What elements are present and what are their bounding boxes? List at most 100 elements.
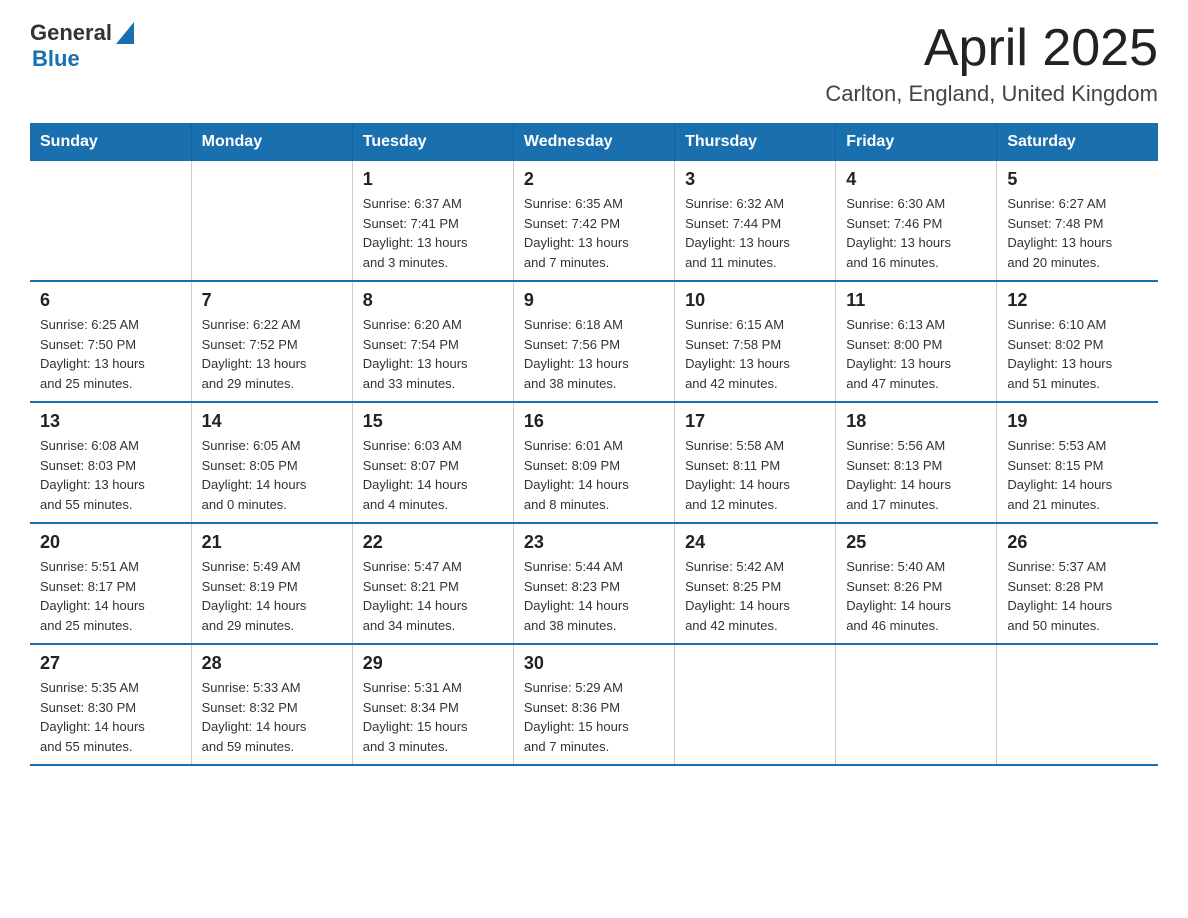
day-number: 1 <box>363 169 503 190</box>
day-number: 15 <box>363 411 503 432</box>
day-info: Sunrise: 5:51 AM Sunset: 8:17 PM Dayligh… <box>40 557 181 635</box>
calendar-week-row: 20Sunrise: 5:51 AM Sunset: 8:17 PM Dayli… <box>30 523 1158 644</box>
calendar-day-header: Friday <box>836 123 997 161</box>
calendar-cell: 12 Sunrise: 6:10 AM Sunset: 8:02 PM Dayli… <box>997 281 1158 402</box>
calendar-cell: 21 Sunrise: 5:49 AM Sunset: 8:19 PM Dayli… <box>191 523 352 644</box>
day-number: 24 <box>685 532 825 553</box>
calendar-cell: 26 Sunrise: 5:37 AM Sunset: 8:28 PM Dayli… <box>997 523 1158 644</box>
day-info: Sunrise: 5:31 AM Sunset: 8:34 PM Dayligh… <box>363 678 503 756</box>
day-number: 10 <box>685 290 825 311</box>
calendar-cell: 13Sunrise: 6:08 AM Sunset: 8:03 PM Dayli… <box>30 402 191 523</box>
title-block: April 2025 Carlton, England, United King… <box>825 20 1158 107</box>
day-info: Sunrise: 6:05 AM Sunset: 8:05 PM Dayligh… <box>202 436 342 514</box>
calendar-cell: 23 Sunrise: 5:44 AM Sunset: 8:23 PM Dayli… <box>513 523 674 644</box>
calendar-cell <box>997 644 1158 765</box>
day-number: 27 <box>40 653 181 674</box>
calendar-cell <box>30 161 191 281</box>
day-info: Sunrise: 6:01 AM Sunset: 8:09 PM Dayligh… <box>524 436 664 514</box>
calendar-week-row: 13Sunrise: 6:08 AM Sunset: 8:03 PM Dayli… <box>30 402 1158 523</box>
day-info: Sunrise: 6:18 AM Sunset: 7:56 PM Dayligh… <box>524 315 664 393</box>
day-number: 28 <box>202 653 342 674</box>
calendar-cell: 4 Sunrise: 6:30 AM Sunset: 7:46 PM Daylig… <box>836 161 997 281</box>
calendar-cell: 29Sunrise: 5:31 AM Sunset: 8:34 PM Dayli… <box>352 644 513 765</box>
day-number: 4 <box>846 169 986 190</box>
day-number: 8 <box>363 290 503 311</box>
day-info: Sunrise: 5:49 AM Sunset: 8:19 PM Dayligh… <box>202 557 342 635</box>
calendar-cell: 9 Sunrise: 6:18 AM Sunset: 7:56 PM Daylig… <box>513 281 674 402</box>
logo: General Blue <box>30 20 134 72</box>
logo-general-text: General <box>30 20 112 46</box>
calendar-cell <box>675 644 836 765</box>
day-info: Sunrise: 5:56 AM Sunset: 8:13 PM Dayligh… <box>846 436 986 514</box>
calendar-table: SundayMondayTuesdayWednesdayThursdayFrid… <box>30 123 1158 766</box>
calendar-cell: 1 Sunrise: 6:37 AM Sunset: 7:41 PM Daylig… <box>352 161 513 281</box>
calendar-cell: 18 Sunrise: 5:56 AM Sunset: 8:13 PM Dayli… <box>836 402 997 523</box>
calendar-cell: 16 Sunrise: 6:01 AM Sunset: 8:09 PM Dayli… <box>513 402 674 523</box>
logo-triangle-icon <box>116 22 134 44</box>
page-header: General Blue April 2025 Carlton, England… <box>30 20 1158 107</box>
day-number: 25 <box>846 532 986 553</box>
calendar-week-row: 1 Sunrise: 6:37 AM Sunset: 7:41 PM Daylig… <box>30 161 1158 281</box>
day-number: 16 <box>524 411 664 432</box>
calendar-cell: 19Sunrise: 5:53 AM Sunset: 8:15 PM Dayli… <box>997 402 1158 523</box>
day-info: Sunrise: 5:29 AM Sunset: 8:36 PM Dayligh… <box>524 678 664 756</box>
calendar-cell: 24 Sunrise: 5:42 AM Sunset: 8:25 PM Dayli… <box>675 523 836 644</box>
calendar-day-header: Thursday <box>675 123 836 161</box>
calendar-cell: 3 Sunrise: 6:32 AM Sunset: 7:44 PM Daylig… <box>675 161 836 281</box>
calendar-cell: 25Sunrise: 5:40 AM Sunset: 8:26 PM Dayli… <box>836 523 997 644</box>
calendar-cell: 30Sunrise: 5:29 AM Sunset: 8:36 PM Dayli… <box>513 644 674 765</box>
calendar-day-header: Tuesday <box>352 123 513 161</box>
calendar-cell: 22 Sunrise: 5:47 AM Sunset: 8:21 PM Dayli… <box>352 523 513 644</box>
day-number: 11 <box>846 290 986 311</box>
day-info: Sunrise: 5:44 AM Sunset: 8:23 PM Dayligh… <box>524 557 664 635</box>
day-number: 14 <box>202 411 342 432</box>
day-info: Sunrise: 5:58 AM Sunset: 8:11 PM Dayligh… <box>685 436 825 514</box>
day-info: Sunrise: 6:37 AM Sunset: 7:41 PM Dayligh… <box>363 194 503 272</box>
day-info: Sunrise: 5:37 AM Sunset: 8:28 PM Dayligh… <box>1007 557 1148 635</box>
day-number: 9 <box>524 290 664 311</box>
day-info: Sunrise: 6:30 AM Sunset: 7:46 PM Dayligh… <box>846 194 986 272</box>
day-info: Sunrise: 5:47 AM Sunset: 8:21 PM Dayligh… <box>363 557 503 635</box>
calendar-cell: 14 Sunrise: 6:05 AM Sunset: 8:05 PM Dayli… <box>191 402 352 523</box>
logo-blue-text: Blue <box>32 46 80 72</box>
day-number: 12 <box>1007 290 1148 311</box>
calendar-cell: 28 Sunrise: 5:33 AM Sunset: 8:32 PM Dayli… <box>191 644 352 765</box>
day-number: 17 <box>685 411 825 432</box>
day-info: Sunrise: 6:32 AM Sunset: 7:44 PM Dayligh… <box>685 194 825 272</box>
day-number: 23 <box>524 532 664 553</box>
calendar-cell: 10 Sunrise: 6:15 AM Sunset: 7:58 PM Dayli… <box>675 281 836 402</box>
calendar-cell: 8 Sunrise: 6:20 AM Sunset: 7:54 PM Daylig… <box>352 281 513 402</box>
calendar-cell: 5Sunrise: 6:27 AM Sunset: 7:48 PM Daylig… <box>997 161 1158 281</box>
calendar-day-header: Monday <box>191 123 352 161</box>
day-info: Sunrise: 5:35 AM Sunset: 8:30 PM Dayligh… <box>40 678 181 756</box>
day-number: 7 <box>202 290 342 311</box>
calendar-week-row: 6 Sunrise: 6:25 AM Sunset: 7:50 PM Daylig… <box>30 281 1158 402</box>
day-info: Sunrise: 6:27 AM Sunset: 7:48 PM Dayligh… <box>1007 194 1148 272</box>
day-info: Sunrise: 6:03 AM Sunset: 8:07 PM Dayligh… <box>363 436 503 514</box>
day-number: 26 <box>1007 532 1148 553</box>
calendar-cell: 27 Sunrise: 5:35 AM Sunset: 8:30 PM Dayli… <box>30 644 191 765</box>
day-number: 18 <box>846 411 986 432</box>
day-info: Sunrise: 5:33 AM Sunset: 8:32 PM Dayligh… <box>202 678 342 756</box>
day-info: Sunrise: 5:42 AM Sunset: 8:25 PM Dayligh… <box>685 557 825 635</box>
day-number: 3 <box>685 169 825 190</box>
day-number: 13 <box>40 411 181 432</box>
day-number: 6 <box>40 290 181 311</box>
calendar-cell <box>836 644 997 765</box>
calendar-cell: 2Sunrise: 6:35 AM Sunset: 7:42 PM Daylig… <box>513 161 674 281</box>
calendar-cell <box>191 161 352 281</box>
day-info: Sunrise: 6:25 AM Sunset: 7:50 PM Dayligh… <box>40 315 181 393</box>
calendar-day-header: Saturday <box>997 123 1158 161</box>
calendar-cell: 20Sunrise: 5:51 AM Sunset: 8:17 PM Dayli… <box>30 523 191 644</box>
calendar-cell: 6 Sunrise: 6:25 AM Sunset: 7:50 PM Daylig… <box>30 281 191 402</box>
day-number: 22 <box>363 532 503 553</box>
day-info: Sunrise: 6:13 AM Sunset: 8:00 PM Dayligh… <box>846 315 986 393</box>
calendar-cell: 17 Sunrise: 5:58 AM Sunset: 8:11 PM Dayli… <box>675 402 836 523</box>
day-info: Sunrise: 6:15 AM Sunset: 7:58 PM Dayligh… <box>685 315 825 393</box>
calendar-cell: 7Sunrise: 6:22 AM Sunset: 7:52 PM Daylig… <box>191 281 352 402</box>
day-info: Sunrise: 6:10 AM Sunset: 8:02 PM Dayligh… <box>1007 315 1148 393</box>
calendar-week-row: 27 Sunrise: 5:35 AM Sunset: 8:30 PM Dayli… <box>30 644 1158 765</box>
day-info: Sunrise: 6:20 AM Sunset: 7:54 PM Dayligh… <box>363 315 503 393</box>
day-number: 21 <box>202 532 342 553</box>
calendar-header-row: SundayMondayTuesdayWednesdayThursdayFrid… <box>30 123 1158 161</box>
